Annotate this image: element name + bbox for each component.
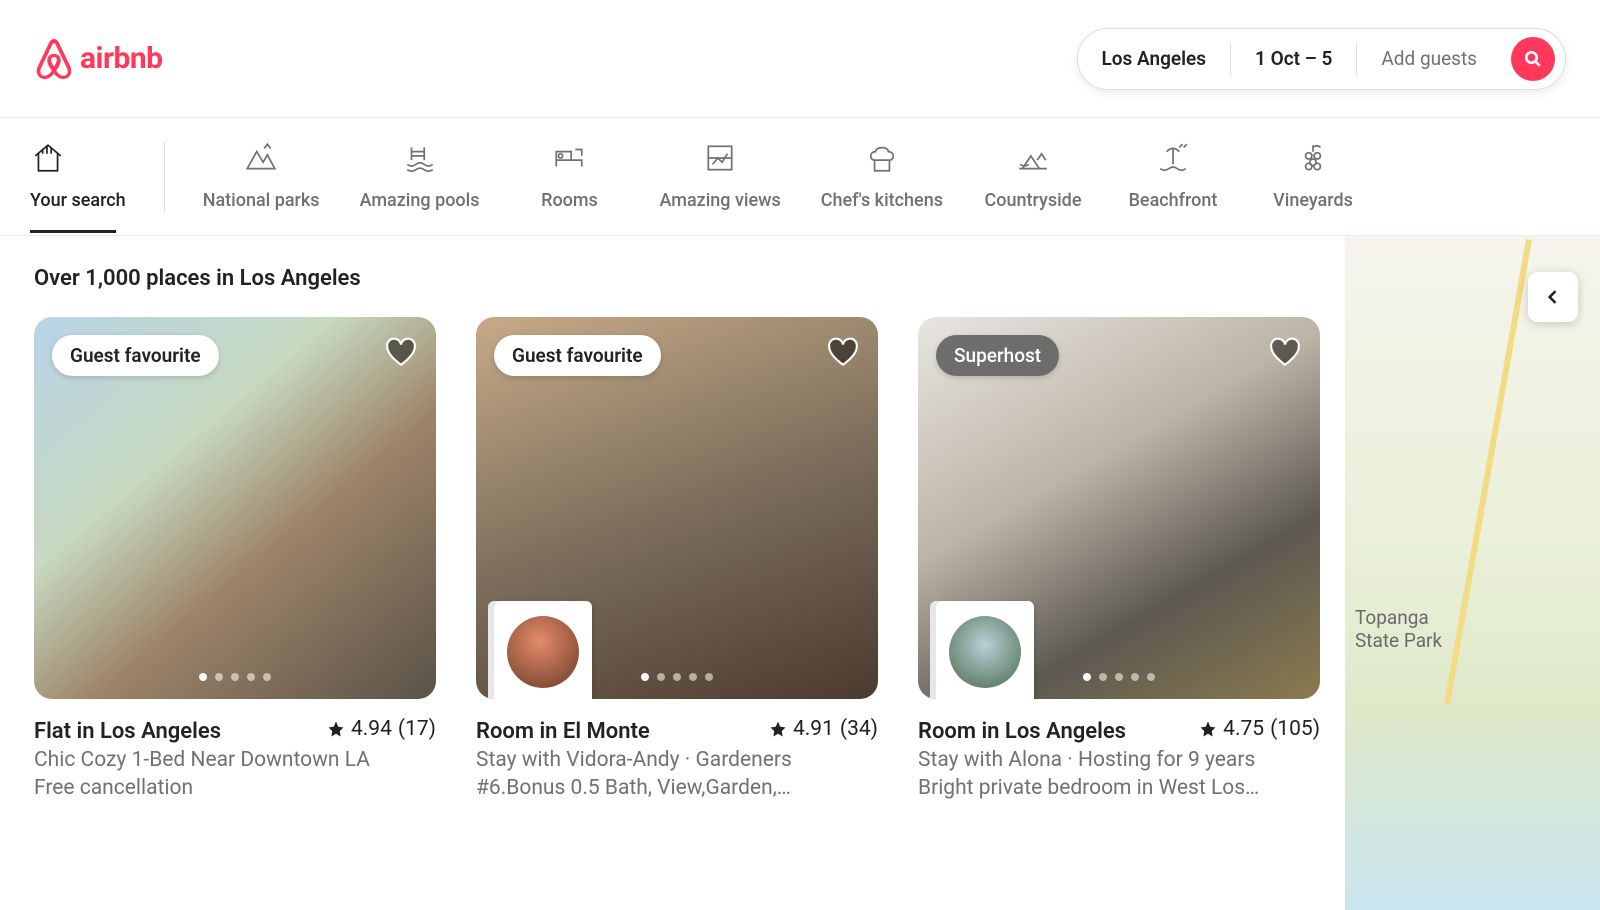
house-search-icon — [30, 140, 66, 176]
category-countryside[interactable]: Countryside — [963, 118, 1103, 211]
badge-superhost: Superhost — [936, 335, 1059, 376]
star-icon — [327, 720, 345, 738]
chevron-left-icon — [1543, 287, 1563, 307]
category-label: Beachfront — [1129, 190, 1218, 211]
category-label: Your search — [30, 190, 126, 211]
category-bar: Your search National parks Amazing pools… — [0, 118, 1600, 236]
listing-title: Flat in Los Angeles — [34, 719, 221, 744]
listing-meta: Flat in Los Angeles 4.94 (17) Chic Cozy … — [34, 717, 436, 800]
category-amazing-views[interactable]: Amazing views — [639, 118, 800, 211]
wishlist-button[interactable] — [826, 335, 860, 369]
search-location[interactable]: Los Angeles — [1078, 28, 1231, 90]
category-your-search[interactable]: Your search — [30, 118, 156, 211]
category-amazing-pools[interactable]: Amazing pools — [340, 118, 500, 211]
airbnb-logo-text: airbnb — [80, 41, 163, 76]
star-icon — [769, 720, 787, 738]
category-vineyards[interactable]: Vineyards — [1243, 118, 1383, 211]
listing-subtitle: Stay with Vidora-Andy · Gardeners — [476, 748, 878, 772]
listing-card[interactable]: Guest favourite Flat in Los Angeles 4.94 — [34, 317, 436, 800]
host-avatar[interactable] — [936, 601, 1034, 699]
search-icon — [1524, 50, 1542, 68]
listing-photo[interactable]: Guest favourite — [476, 317, 878, 699]
category-label: National parks — [203, 190, 320, 211]
divider — [164, 142, 165, 212]
bed-icon — [551, 140, 587, 176]
category-label: Countryside — [985, 190, 1082, 211]
category-label: Chef's kitchens — [821, 190, 943, 211]
star-icon — [1199, 720, 1217, 738]
wishlist-button[interactable] — [1268, 335, 1302, 369]
category-national-parks[interactable]: National parks — [183, 118, 340, 211]
listing-photo[interactable]: Guest favourite — [34, 317, 436, 699]
heart-icon — [384, 335, 418, 369]
mountains-icon — [243, 140, 279, 176]
search-button[interactable] — [1511, 37, 1555, 81]
countryside-icon — [1015, 140, 1051, 176]
results-panel: Over 1,000 places in Los Angeles Guest f… — [0, 236, 1345, 910]
airbnb-logo[interactable]: airbnb — [34, 37, 163, 81]
listing-title: Room in Los Angeles — [918, 719, 1126, 744]
map-collapse-button[interactable] — [1528, 272, 1578, 322]
header: airbnb Los Angeles 1 Oct – 5 Add guests — [0, 0, 1600, 118]
listing-rating: 4.75 (105) — [1199, 717, 1320, 741]
heart-icon — [1268, 335, 1302, 369]
window-view-icon — [702, 140, 738, 176]
listing-detail: Bright private bedroom in West Los… — [918, 776, 1320, 800]
listing-cards: Guest favourite Flat in Los Angeles 4.94 — [34, 317, 1311, 800]
category-label: Rooms — [541, 190, 598, 211]
badge-guest-favourite: Guest favourite — [494, 335, 661, 376]
listing-detail: #6.Bonus 0.5 Bath, View,Garden,… — [476, 776, 878, 800]
wishlist-button[interactable] — [384, 335, 418, 369]
listing-card[interactable]: Guest favourite Room in El Monte 4.9 — [476, 317, 878, 800]
map-panel[interactable]: Topanga State Park — [1345, 236, 1600, 910]
listing-meta: Room in Los Angeles 4.75 (105) Stay with… — [918, 717, 1320, 800]
listing-rating: 4.91 (34) — [769, 717, 878, 741]
search-guests[interactable]: Add guests — [1357, 28, 1501, 90]
beach-icon — [1155, 140, 1191, 176]
main: Over 1,000 places in Los Angeles Guest f… — [0, 236, 1600, 910]
category-label: Amazing views — [659, 190, 780, 211]
photo-pagination-dots — [34, 673, 436, 681]
badge-guest-favourite: Guest favourite — [52, 335, 219, 376]
category-rooms[interactable]: Rooms — [499, 118, 639, 211]
category-chefs-kitchens[interactable]: Chef's kitchens — [801, 118, 963, 211]
listing-subtitle: Chic Cozy 1-Bed Near Downtown LA — [34, 748, 436, 772]
category-label: Vineyards — [1273, 190, 1353, 211]
pool-icon — [402, 140, 438, 176]
search-dates[interactable]: 1 Oct – 5 — [1231, 28, 1356, 90]
photo-pagination-dots — [918, 673, 1320, 681]
airbnb-logo-icon — [34, 37, 74, 81]
listing-photo[interactable]: Superhost — [918, 317, 1320, 699]
listing-title: Room in El Monte — [476, 719, 650, 744]
listing-card[interactable]: Superhost Room in Los Angeles 4.75 — [918, 317, 1320, 800]
listing-detail: Free cancellation — [34, 776, 436, 800]
chef-hat-icon — [864, 140, 900, 176]
map-road — [1444, 239, 1532, 705]
listing-rating: 4.94 (17) — [327, 717, 436, 741]
listing-subtitle: Stay with Alona · Hosting for 9 years — [918, 748, 1320, 772]
search-bar: Los Angeles 1 Oct – 5 Add guests — [1077, 28, 1567, 90]
photo-pagination-dots — [476, 673, 878, 681]
map-place-label: Topanga State Park — [1355, 606, 1442, 652]
host-avatar[interactable] — [494, 601, 592, 699]
results-heading: Over 1,000 places in Los Angeles — [34, 266, 1311, 291]
grapes-icon — [1295, 140, 1331, 176]
category-label: Amazing pools — [360, 190, 480, 211]
heart-icon — [826, 335, 860, 369]
category-beachfront[interactable]: Beachfront — [1103, 118, 1243, 211]
listing-meta: Room in El Monte 4.91 (34) Stay with Vid… — [476, 717, 878, 800]
